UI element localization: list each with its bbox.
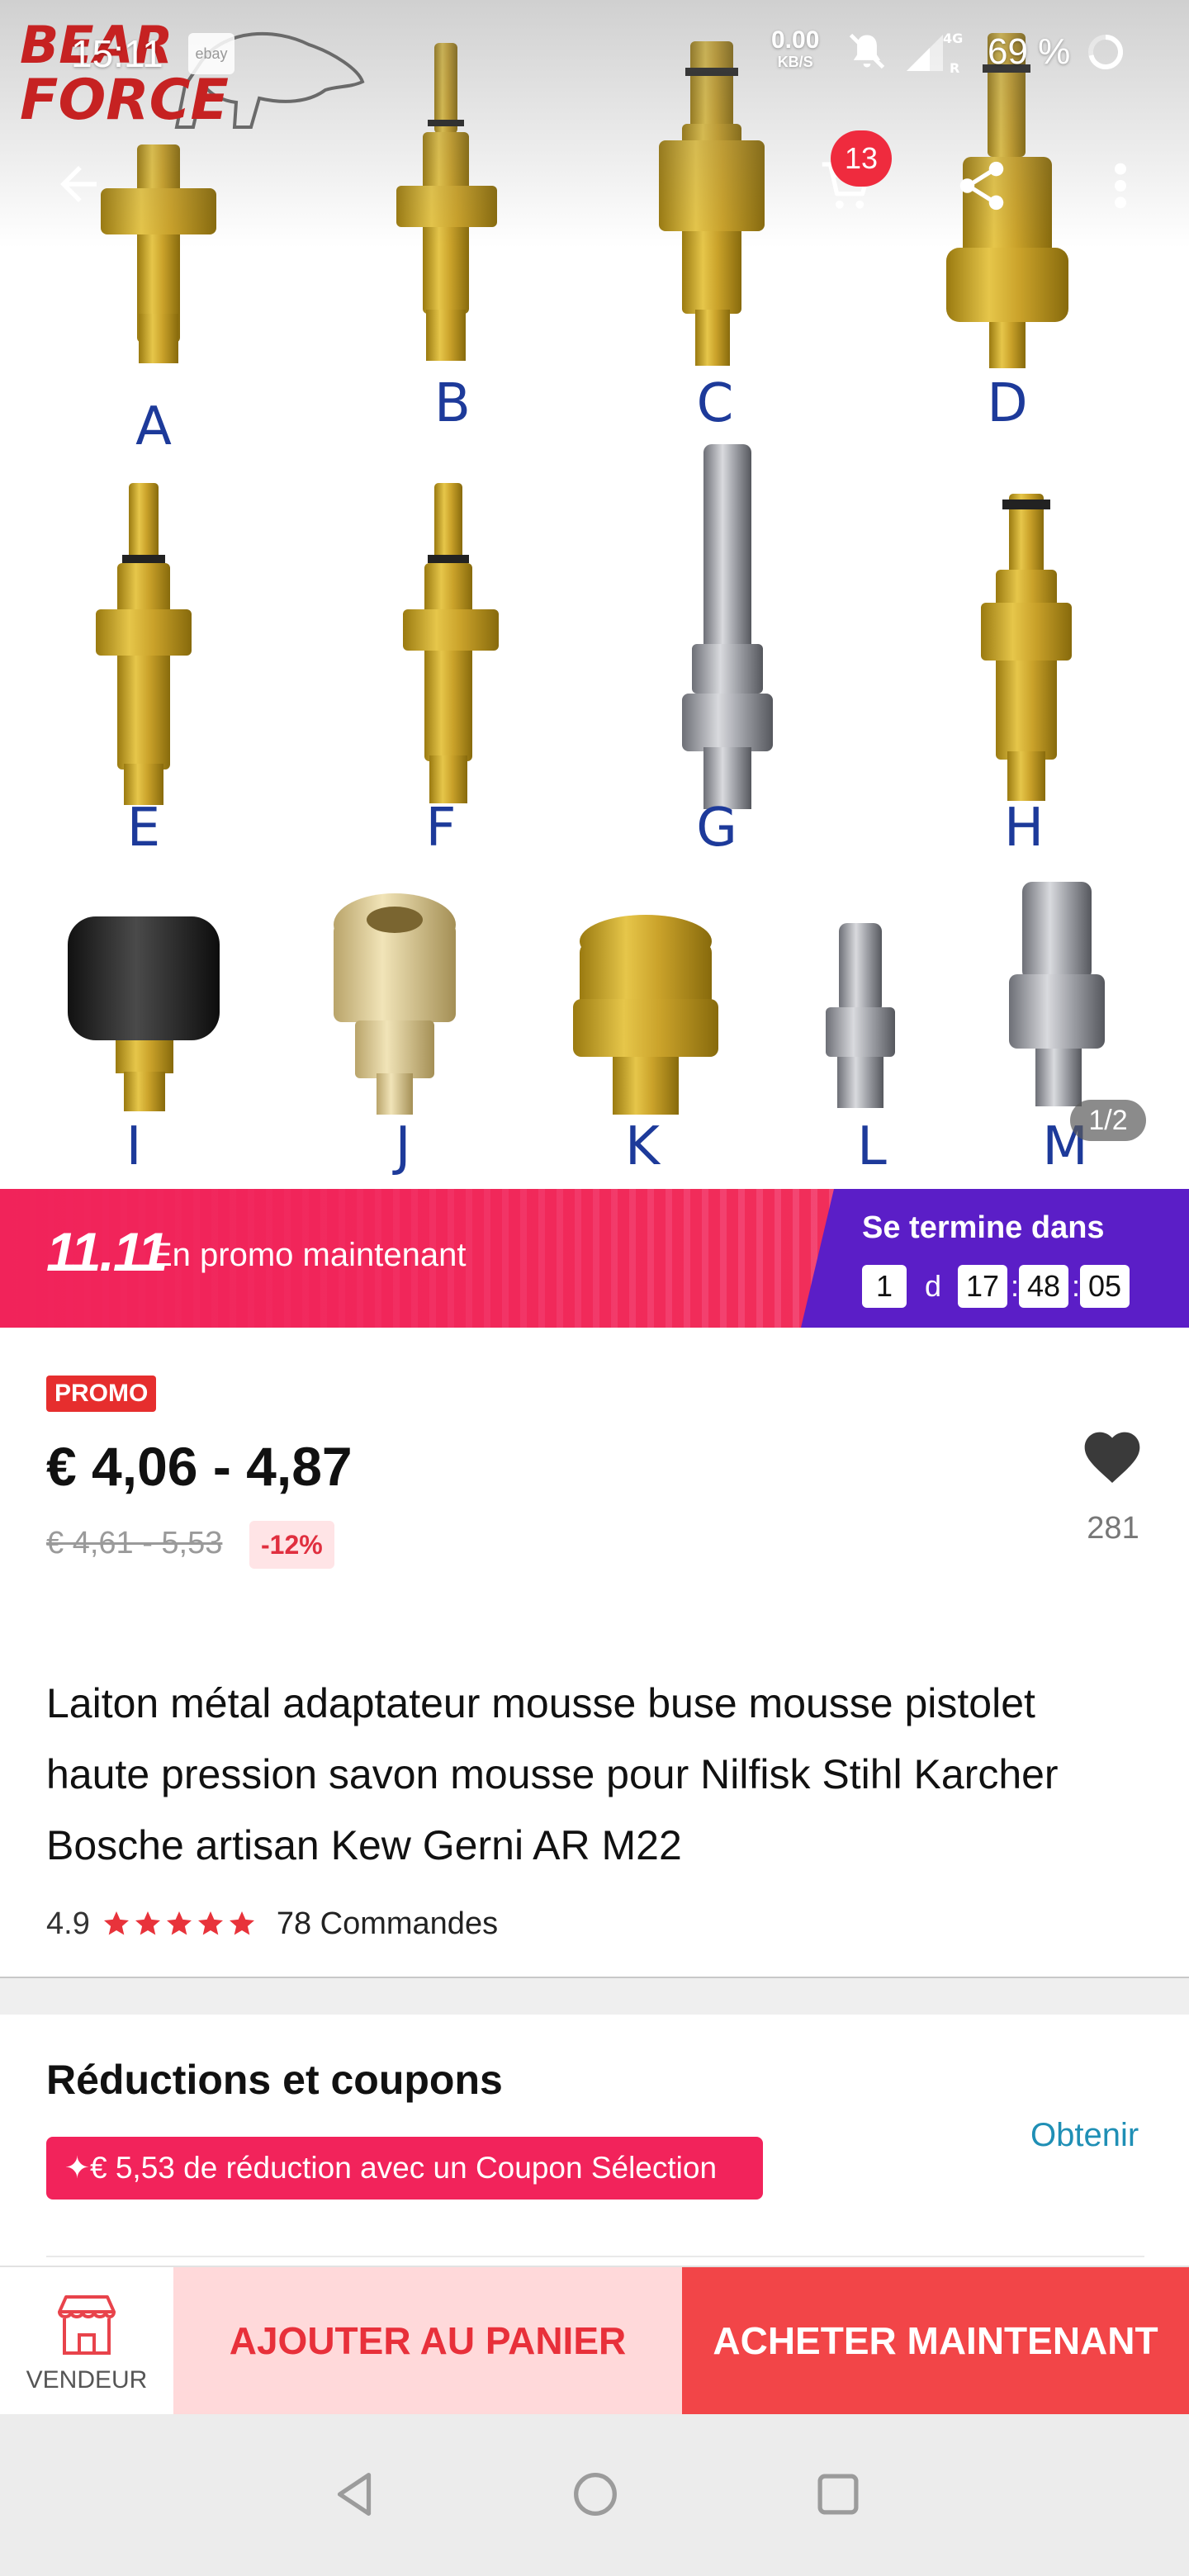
fitting-label-e: E [126, 798, 161, 859]
fitting-label-c: C [696, 373, 734, 434]
section-divider [0, 1977, 1189, 2015]
coupons-title: Réductions et coupons [46, 2057, 503, 2103]
fitting-e [96, 483, 192, 805]
cellular-signal-icon: 4G R [907, 31, 963, 76]
obtain-coupon-link[interactable]: Obtenir [1030, 2117, 1139, 2154]
orders-count: 78 Commandes [276, 1906, 499, 1941]
network-label: 4G [943, 31, 963, 46]
fitting-g [682, 444, 773, 809]
fitting-m [1009, 882, 1105, 1106]
back-arrow-icon[interactable] [51, 157, 106, 211]
promo-event-logo: 11.11 [46, 1221, 168, 1282]
fitting-l [826, 923, 895, 1108]
add-to-cart-button[interactable]: AJOUTER AU PANIER [173, 2267, 682, 2414]
star-icon [197, 1911, 223, 1935]
star-icon [103, 1911, 129, 1935]
promo-badge: PROMO [46, 1376, 157, 1412]
fitting-label-b: B [434, 373, 471, 434]
fitting-label-a: A [135, 396, 172, 457]
fitting-label-k: K [625, 1116, 660, 1177]
countdown-minutes: 48 [1019, 1265, 1068, 1308]
store-icon [58, 2295, 116, 2355]
more-options-icon[interactable] [1101, 157, 1139, 215]
rating-score: 4.9 [46, 1906, 90, 1941]
promo-banner-text: En promo maintenant [150, 1237, 467, 1273]
original-price: € 4,61 - 5,53 [46, 1526, 223, 1560]
nav-home-icon[interactable] [566, 2465, 624, 2523]
cart-count-badge: 13 [831, 130, 892, 187]
rating-row[interactable]: 4.9 78 Commandes [46, 1901, 498, 1947]
image-counter: 1/2 [1070, 1100, 1146, 1141]
ebay-notification-icon: ebay [188, 33, 234, 74]
product-title: Laiton métal adaptateur mousse buse mous… [46, 1680, 1059, 1868]
wishlist-count: 281 [1087, 1511, 1139, 1546]
fitting-label-f: F [425, 798, 457, 859]
fitting-label-j: J [395, 1116, 411, 1177]
star-icon [229, 1911, 254, 1935]
countdown-separator: : [1011, 1269, 1020, 1303]
fitting-k [573, 915, 718, 1115]
fitting-label-h: H [1003, 798, 1045, 859]
promo-banner[interactable]: 11.11 En promo maintenant Se termine dan… [0, 1189, 1189, 1328]
countdown-hours: 17 [958, 1265, 1007, 1308]
nav-recents-icon[interactable] [809, 2465, 867, 2523]
roaming-r-icon: R [950, 60, 959, 76]
share-icon[interactable] [953, 157, 1011, 215]
product-price: € 4,06 - 4,87 [46, 1436, 353, 1497]
buy-now-button[interactable]: ACHETER MAINTENANT [682, 2267, 1189, 2414]
net-speed-value: 0.00 [771, 26, 820, 54]
star-icon [166, 1911, 192, 1935]
discount-badge: -12% [249, 1521, 334, 1569]
fitting-label-g: G [696, 798, 737, 859]
status-bar: 15:11 ebay 0.00 KB/S 4G R 69 % [0, 0, 1189, 107]
rating-stars [102, 1909, 258, 1939]
status-time: 15:11 [71, 32, 163, 75]
nav-back-icon[interactable] [325, 2465, 383, 2523]
battery-ring-icon [1088, 34, 1124, 69]
fitting-label-i: I [126, 1116, 142, 1177]
seller-button[interactable]: VENDEUR [0, 2267, 173, 2414]
battery-percent: 69 % [988, 31, 1071, 72]
section-divider [46, 2256, 1144, 2257]
wishlist-heart-icon[interactable] [1078, 1425, 1146, 1491]
fitting-j [334, 893, 456, 1115]
countdown-separator: : [1072, 1269, 1081, 1303]
countdown-days-unit: d [925, 1269, 942, 1303]
mute-notifications-icon [849, 33, 885, 69]
system-navigation-bar [0, 2414, 1189, 2576]
net-speed-unit: KB/S [777, 54, 813, 70]
net-speed: 0.00 KB/S [771, 26, 820, 70]
fitting-i [68, 916, 220, 1111]
product-image-gallery[interactable]: A B C D E F G H I J K L M BEAR FORCE 15:… [0, 0, 1189, 1189]
countdown-label: Se termine dans [862, 1210, 1105, 1245]
star-icon [135, 1911, 160, 1935]
fitting-h [981, 494, 1072, 801]
fitting-f [403, 483, 499, 803]
fitting-label-l: L [857, 1116, 887, 1177]
seller-label: VENDEUR [26, 2366, 148, 2394]
countdown-seconds: 05 [1080, 1265, 1130, 1308]
fitting-label-d: D [987, 373, 1028, 434]
countdown-days: 1 [862, 1265, 907, 1308]
coupon-pill[interactable]: ✦€ 5,53 de réduction avec un Coupon Séle… [46, 2137, 763, 2200]
bottom-action-bar: VENDEUR AJOUTER AU PANIER ACHETER MAINTE… [0, 2266, 1189, 2414]
